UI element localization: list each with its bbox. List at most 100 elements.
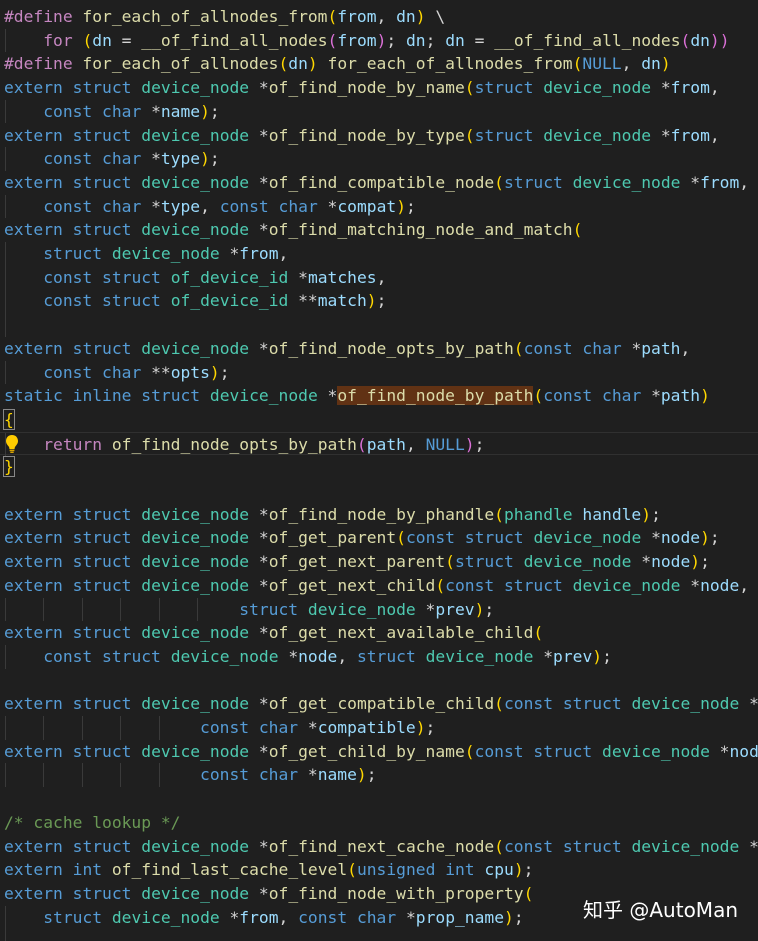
code-line[interactable]: extern struct device_node *of_get_next_p…	[0, 550, 758, 574]
code-token: of_find_compatible_node	[268, 172, 495, 192]
code-line[interactable]: extern struct device_node *of_get_next_a…	[0, 621, 758, 645]
code-line[interactable]: /* cache lookup */	[0, 811, 758, 835]
code-line[interactable]: extern struct device_node *of_find_next_…	[0, 835, 758, 859]
code-line[interactable]: extern struct device_node *of_find_node_…	[0, 337, 758, 361]
code-token: phandle	[503, 504, 573, 524]
code-token: )	[660, 54, 671, 74]
code-token: =	[111, 30, 142, 50]
code-token: from	[670, 125, 710, 145]
code-line[interactable]: const struct device_node *node, struct d…	[0, 644, 758, 669]
code-line[interactable]: for (dn = __of_find_all_nodes(from); dn;…	[0, 28, 758, 53]
code-token: )	[415, 7, 426, 26]
code-line[interactable]: static inline struct device_node *of_fin…	[0, 384, 758, 408]
lightbulb-icon[interactable]	[5, 434, 19, 454]
code-line-text: extern struct device_node *of_get_next_c…	[4, 574, 749, 598]
code-token: (	[494, 504, 504, 524]
code-token: extern	[4, 883, 63, 903]
code-token: *	[298, 765, 318, 785]
code-token: __of_find_all_nodes	[494, 30, 681, 50]
code-token: )	[504, 907, 514, 927]
code-line[interactable]: extern struct device_node *of_find_match…	[0, 218, 758, 242]
code-token: (	[572, 220, 583, 240]
code-token: )	[200, 101, 210, 121]
code-line-text: extern struct device_node *of_find_node_…	[4, 503, 661, 527]
code-token: const	[503, 694, 553, 714]
code-token: const	[43, 149, 93, 169]
code-token: node	[700, 575, 740, 595]
code-line[interactable]: const char **opts);	[0, 360, 758, 385]
code-token: ,	[739, 575, 750, 595]
code-token: const	[503, 836, 553, 856]
code-token: node	[729, 741, 758, 761]
code-line[interactable]: const struct of_device_id *matches,	[0, 265, 758, 290]
code-line-text: extern struct device_node *of_find_node_…	[4, 76, 720, 100]
code-line[interactable]: extern struct device_node *of_find_node_…	[0, 124, 758, 148]
code-line[interactable]: const struct of_device_id **match);	[0, 289, 758, 314]
code-token: {	[3, 408, 15, 430]
code-line[interactable]: struct device_node *from,	[0, 242, 758, 266]
code-token: *	[317, 196, 338, 216]
code-token: type	[160, 149, 201, 169]
code-line[interactable]: const char *name);	[0, 99, 758, 124]
code-token: const	[543, 386, 593, 406]
code-line[interactable]: #define for_each_of_allnodes(dn) for_eac…	[0, 52, 758, 76]
code-line[interactable]: const char *type);	[0, 147, 758, 171]
code-token: ))	[709, 30, 730, 50]
code-token: *	[219, 907, 240, 927]
code-line-text: const char *compatible);	[4, 716, 435, 740]
code-token: char	[278, 196, 318, 216]
code-token: for	[43, 30, 73, 50]
code-line[interactable]: extern struct device_node *of_get_parent…	[0, 526, 758, 550]
code-line[interactable]: struct device_node *prev);	[0, 597, 758, 622]
code-line[interactable]: extern struct device_node *of_find_compa…	[0, 171, 758, 195]
code-token: const	[43, 362, 93, 382]
code-line[interactable]	[0, 479, 758, 503]
code-line[interactable]: const char *type, const char *compat);	[0, 194, 758, 219]
code-line[interactable]: #define for_each_of_allnodes_from(from, …	[0, 5, 758, 29]
code-token: *	[641, 528, 661, 548]
code-line[interactable]: extern struct device_node *of_get_next_c…	[0, 574, 758, 598]
code-line[interactable]: {	[0, 408, 758, 432]
code-token: device_node	[111, 244, 220, 263]
code-editor[interactable]: #define for_each_of_allnodes_from(from, …	[0, 0, 758, 941]
code-line[interactable]	[0, 929, 758, 941]
code-token: (	[445, 552, 455, 572]
code-line[interactable]: const char *compatible);	[0, 716, 758, 740]
code-token: char	[258, 765, 299, 785]
code-line[interactable]: return of_find_node_opts_by_path(path, N…	[0, 431, 758, 457]
code-token: device_node	[307, 599, 416, 619]
code-line[interactable]	[0, 787, 758, 811]
code-token: of_find_node_by_name	[268, 78, 465, 98]
code-line[interactable]	[0, 669, 758, 693]
code-token: *	[249, 552, 269, 572]
code-token: device_node	[141, 338, 250, 358]
code-token: struct	[72, 220, 132, 240]
code-token: )	[474, 599, 485, 619]
code-line[interactable]: extern struct device_node *of_get_compat…	[0, 692, 758, 716]
code-token: ,	[680, 338, 691, 358]
code-token: struct	[474, 125, 534, 145]
code-line[interactable]: }	[0, 455, 758, 479]
code-line[interactable]	[0, 313, 758, 337]
code-token: *	[249, 575, 269, 595]
code-token: struct	[102, 646, 161, 666]
code-token: )	[200, 149, 210, 169]
code-token: (	[494, 694, 504, 714]
code-line[interactable]: const char *name);	[0, 763, 758, 788]
code-line[interactable]: extern struct device_node *of_find_node_…	[0, 76, 758, 100]
code-token: struct	[72, 623, 132, 643]
code-line[interactable]: extern int of_find_last_cache_level(unsi…	[0, 858, 758, 882]
code-token: (	[533, 386, 544, 406]
code-line[interactable]: extern struct device_node *of_get_child_…	[0, 740, 758, 764]
code-token: (	[82, 30, 93, 50]
code-line[interactable]: extern struct device_node *of_find_node_…	[0, 503, 758, 527]
code-token: of_get_next_available_child	[268, 623, 534, 643]
